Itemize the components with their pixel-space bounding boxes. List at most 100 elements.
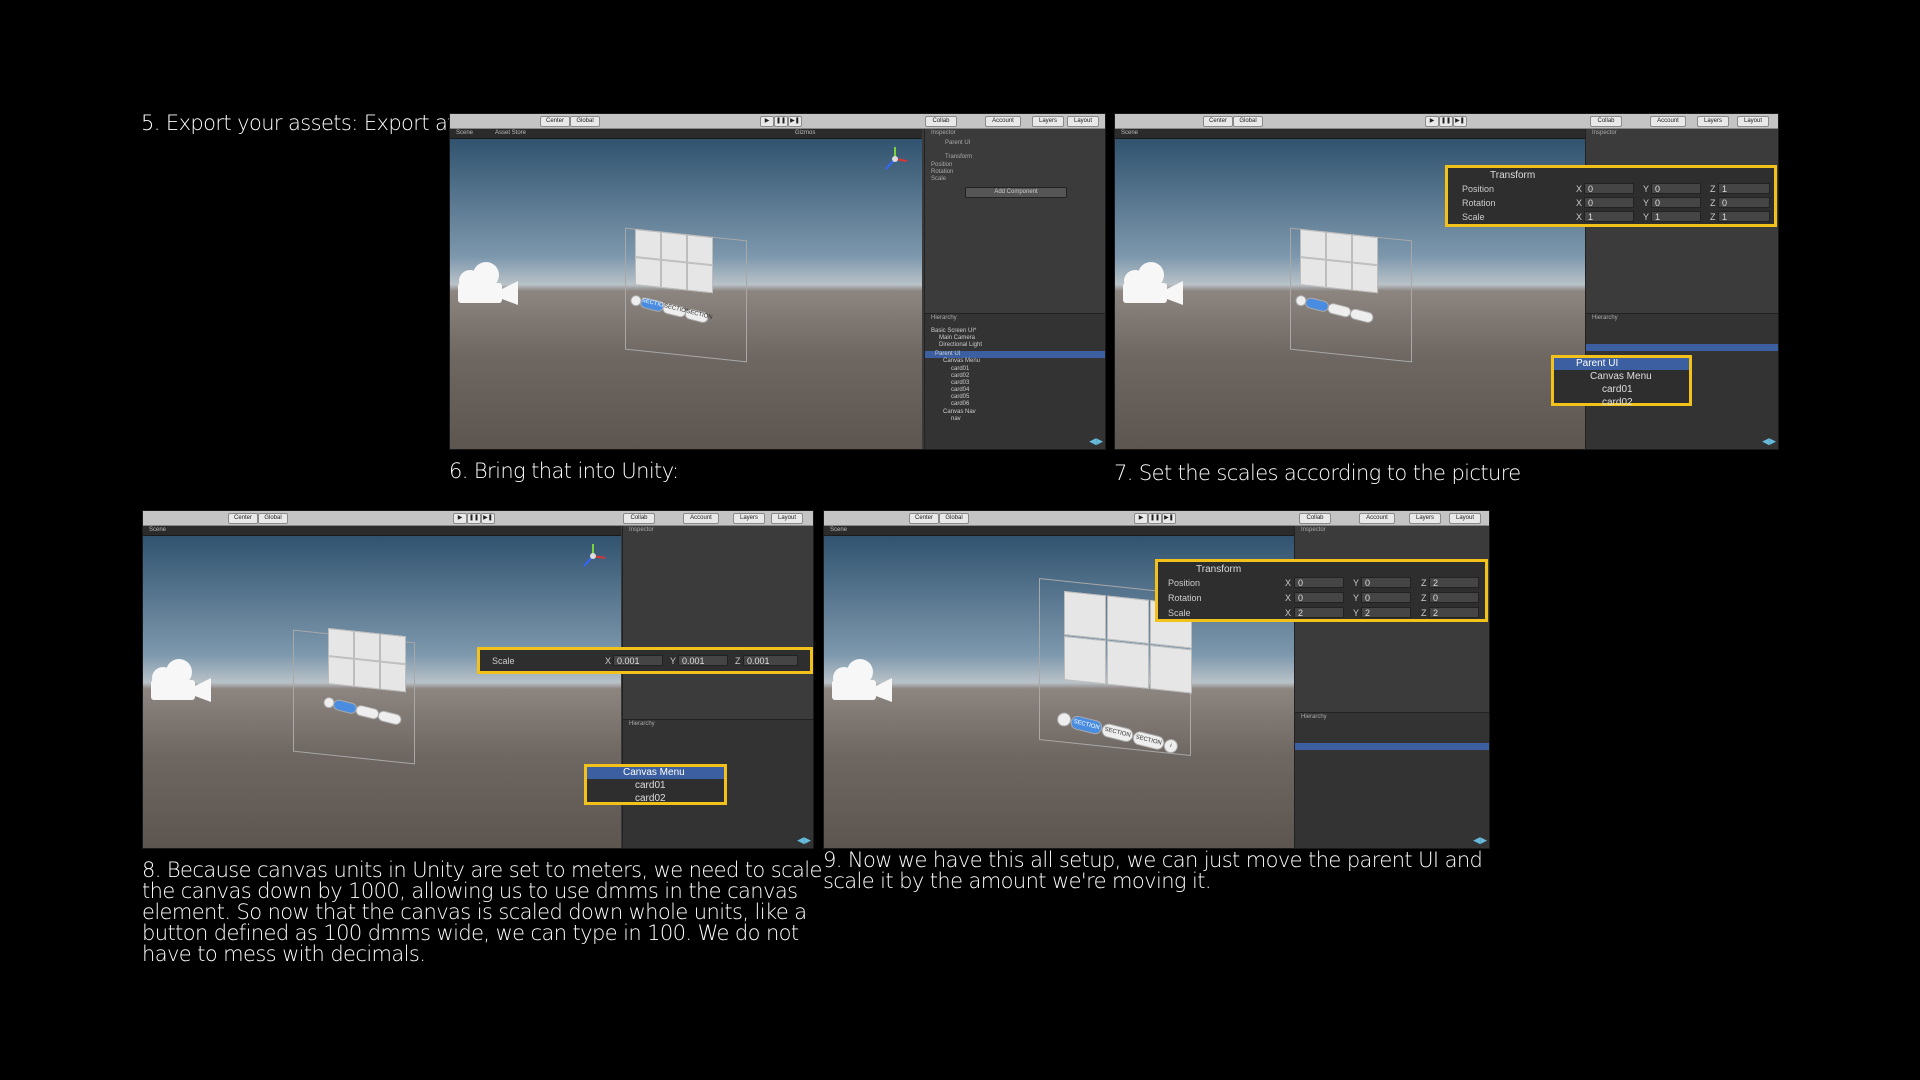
global-toggle[interactable]: Global: [1233, 116, 1263, 127]
card[interactable]: [1300, 229, 1326, 260]
tab-hierarchy[interactable]: Hierarchy: [1301, 714, 1327, 720]
account-dropdown[interactable]: Account: [1650, 116, 1686, 127]
global-toggle[interactable]: Global: [570, 116, 600, 127]
card[interactable]: [1300, 257, 1326, 288]
card[interactable]: [661, 231, 687, 263]
tab-inspector[interactable]: Inspector: [1301, 527, 1326, 533]
tab-scene[interactable]: Scene: [1121, 130, 1138, 136]
rotation-z-field[interactable]: 0: [1429, 592, 1479, 603]
card[interactable]: [1326, 259, 1352, 291]
tab-hierarchy[interactable]: Hierarchy: [629, 721, 655, 727]
card[interactable]: [687, 234, 713, 266]
position-z-field[interactable]: 1: [1718, 183, 1770, 194]
gizmos-menu[interactable]: Gizmos: [795, 130, 815, 136]
hierarchy-item-canvas-menu[interactable]: Canvas Menu: [623, 767, 685, 778]
scale-z-field[interactable]: 1: [1718, 211, 1770, 222]
card[interactable]: [635, 229, 661, 260]
card[interactable]: [1150, 645, 1192, 694]
rotation-x-field[interactable]: 0: [1294, 592, 1344, 603]
scale-y-field[interactable]: 1: [1651, 211, 1701, 222]
global-toggle[interactable]: Global: [258, 513, 288, 524]
tab-scene[interactable]: Scene: [149, 527, 166, 533]
card[interactable]: [354, 658, 380, 690]
hierarchy-item-canvas-menu[interactable]: Canvas Menu: [1590, 371, 1652, 382]
pause-button[interactable]: ❚❚: [774, 116, 788, 127]
hierarchy-item[interactable]: Main Camera: [939, 335, 975, 341]
layout-dropdown[interactable]: Layout: [771, 513, 803, 524]
play-button[interactable]: ▶: [1425, 116, 1439, 127]
layers-dropdown[interactable]: Layers: [1409, 513, 1441, 524]
rotation-z-field[interactable]: 0: [1718, 197, 1770, 208]
tab-inspector[interactable]: Inspector: [629, 527, 654, 533]
hierarchy-item[interactable]: Parent UI: [935, 351, 960, 357]
tab-scene[interactable]: Scene: [456, 130, 473, 136]
hierarchy-item-card02[interactable]: card02: [1602, 397, 1633, 408]
hierarchy-item[interactable]: card04: [951, 387, 969, 393]
position-x-field[interactable]: 0: [1294, 577, 1344, 588]
global-toggle[interactable]: Global: [939, 513, 969, 524]
hierarchy-item[interactable]: Basic Screen UI*: [931, 328, 976, 334]
hierarchy-item[interactable]: card03: [951, 380, 969, 386]
hierarchy-item[interactable]: Directional Light: [939, 342, 982, 348]
center-toggle[interactable]: Center: [1203, 116, 1233, 127]
account-dropdown[interactable]: Account: [985, 116, 1021, 127]
collab-dropdown[interactable]: Collab: [1590, 116, 1622, 127]
pause-button[interactable]: ❚❚: [1148, 513, 1162, 524]
scale-z-field[interactable]: 2: [1429, 607, 1479, 618]
scene-view[interactable]: [143, 536, 621, 848]
scene-view[interactable]: SECTION SECTION SECTION: [450, 139, 922, 449]
center-toggle[interactable]: Center: [909, 513, 939, 524]
card[interactable]: [1107, 595, 1149, 644]
card[interactable]: [380, 633, 406, 665]
hierarchy-item[interactable]: Canvas Menu: [943, 358, 980, 364]
hierarchy-item-parent-ui[interactable]: Parent UI: [1576, 358, 1618, 369]
card[interactable]: [354, 630, 380, 662]
hierarchy-item[interactable]: Canvas Nav: [943, 409, 976, 415]
hierarchy-item-card01[interactable]: card01: [635, 780, 666, 791]
hierarchy-item[interactable]: card02: [951, 373, 969, 379]
scene-orientation-gizmo[interactable]: [578, 541, 608, 571]
center-toggle[interactable]: Center: [228, 513, 258, 524]
layers-dropdown[interactable]: Layers: [733, 513, 765, 524]
layout-dropdown[interactable]: Layout: [1067, 116, 1099, 127]
tab-hierarchy[interactable]: Hierarchy: [931, 315, 957, 321]
account-dropdown[interactable]: Account: [683, 513, 719, 524]
account-dropdown[interactable]: Account: [1359, 513, 1395, 524]
card[interactable]: [687, 262, 713, 294]
collab-dropdown[interactable]: Collab: [623, 513, 655, 524]
card[interactable]: [1107, 640, 1149, 689]
scale-x-field[interactable]: 2: [1294, 607, 1344, 618]
layout-dropdown[interactable]: Layout: [1449, 513, 1481, 524]
step-button[interactable]: ▶❚: [788, 116, 802, 127]
card[interactable]: [635, 257, 661, 288]
position-y-field[interactable]: 0: [1361, 577, 1411, 588]
hierarchy-item[interactable]: card05: [951, 394, 969, 400]
scene-orientation-gizmo[interactable]: [880, 144, 910, 174]
hierarchy-item[interactable]: card01: [951, 366, 969, 372]
play-button[interactable]: ▶: [760, 116, 774, 127]
collab-dropdown[interactable]: Collab: [925, 116, 957, 127]
collab-dropdown[interactable]: Collab: [1299, 513, 1331, 524]
scale-y-field[interactable]: 0.001: [678, 655, 728, 666]
position-z-field[interactable]: 2: [1429, 577, 1479, 588]
rotation-y-field[interactable]: 0: [1361, 592, 1411, 603]
step-button[interactable]: ▶❚: [1162, 513, 1176, 524]
position-x-field[interactable]: 0: [1584, 183, 1634, 194]
scale-y-field[interactable]: 2: [1361, 607, 1411, 618]
scale-x-field[interactable]: 1: [1584, 211, 1634, 222]
play-button[interactable]: ▶: [453, 513, 467, 524]
tab-hierarchy[interactable]: Hierarchy: [1592, 315, 1618, 321]
card[interactable]: [1326, 231, 1352, 263]
rotation-x-field[interactable]: 0: [1584, 197, 1634, 208]
card[interactable]: [1352, 262, 1378, 294]
transform-header[interactable]: Transform: [945, 154, 972, 160]
hierarchy-item[interactable]: nav: [951, 416, 961, 422]
add-component-button[interactable]: Add Component: [965, 187, 1067, 198]
step-button[interactable]: ▶❚: [1453, 116, 1467, 127]
layers-dropdown[interactable]: Layers: [1697, 116, 1729, 127]
pause-button[interactable]: ❚❚: [467, 513, 481, 524]
step-button[interactable]: ▶❚: [481, 513, 495, 524]
card[interactable]: [1064, 636, 1106, 685]
card[interactable]: [328, 656, 354, 687]
tab-asset-store[interactable]: Asset Store: [495, 130, 526, 136]
